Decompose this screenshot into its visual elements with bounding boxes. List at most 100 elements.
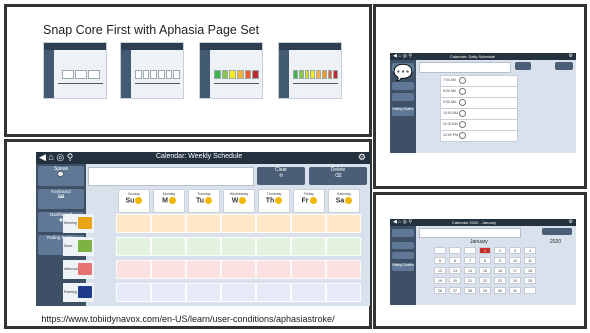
weekly-message-bar[interactable] [88, 167, 254, 186]
schedule-cell[interactable] [151, 260, 186, 279]
calendar-day[interactable]: 14 [464, 267, 476, 274]
calendar-day[interactable] [524, 287, 536, 294]
calendar-day[interactable]: 29 [479, 287, 491, 294]
keyboard-icon[interactable] [392, 242, 414, 249]
calendar-day[interactable]: 7 [464, 257, 476, 264]
calendar-day[interactable] [434, 247, 446, 254]
monthly-message-bar[interactable] [419, 228, 521, 238]
calendar-day[interactable]: 5 [434, 257, 446, 264]
schedule-cell[interactable] [221, 214, 256, 233]
source-url[interactable]: https://www.tobiidynavox.com/en-US/learn… [7, 314, 369, 324]
nav-icons[interactable]: ◀ ⌂ ◎ ⚲ [393, 53, 412, 59]
calendar-day[interactable]: 20 [449, 277, 461, 284]
schedule-cell[interactable] [186, 214, 221, 233]
calendar-day[interactable]: 15 [479, 267, 491, 274]
schedule-cell[interactable] [151, 214, 186, 233]
calendar-day[interactable]: 3 [509, 247, 521, 254]
calendar-day[interactable]: 16 [494, 267, 506, 274]
row-label-afternoon: Afternoon [63, 260, 94, 279]
schedule-cell[interactable] [186, 283, 221, 302]
calendar-day[interactable]: 12 [434, 267, 446, 274]
calendar-day[interactable]: 30 [494, 287, 506, 294]
calendar-day[interactable]: 22 [479, 277, 491, 284]
nav-icons[interactable]: ◀ ⌂ ◎ ⚲ [393, 219, 412, 225]
schedule-cell[interactable] [116, 260, 151, 279]
schedule-cell[interactable] [116, 237, 151, 256]
daily-message-bar[interactable] [419, 62, 511, 73]
calendar-day[interactable] [449, 247, 461, 254]
calendar-day[interactable]: 9 [494, 257, 506, 264]
speak-button[interactable]: Speak 💬 [38, 166, 84, 186]
calendar-day[interactable]: 25 [524, 277, 536, 284]
settings-icon[interactable]: ⚙ [569, 219, 573, 225]
day-abbr-text: W [231, 197, 239, 205]
calendar-day[interactable]: 24 [509, 277, 521, 284]
keyboard-button[interactable]: Keyboard ⌨ [38, 189, 84, 209]
sun-icon [309, 197, 317, 204]
calendar-day[interactable]: 28 [464, 287, 476, 294]
nav-icons[interactable]: ◀ ⌂ ◎ ⚲ [39, 152, 73, 163]
calendar-day[interactable]: 8 [479, 257, 491, 264]
calendar-day[interactable]: 6 [449, 257, 461, 264]
schedule-cell[interactable] [221, 237, 256, 256]
schedule-cell[interactable] [326, 260, 361, 279]
schedule-cell[interactable] [256, 214, 291, 233]
schedule-cell[interactable] [151, 237, 186, 256]
schedule-cell[interactable] [221, 260, 256, 279]
year-label: 2020 [550, 239, 562, 245]
keyboard-icon[interactable] [392, 82, 414, 90]
day-header[interactable]: Monday M [153, 189, 185, 213]
settings-icon[interactable]: ⚙ [358, 152, 366, 163]
schedule-cell[interactable] [151, 283, 186, 302]
day-header[interactable]: Thursday Th [258, 189, 290, 213]
calendar-day[interactable]: 17 [509, 267, 521, 274]
schedule-cell[interactable] [291, 260, 326, 279]
calendar-day[interactable]: 11 [524, 257, 536, 264]
day-header[interactable]: Saturday Sa [328, 189, 360, 213]
calendar-day[interactable]: 4 [524, 247, 536, 254]
schedule-cell[interactable] [326, 214, 361, 233]
schedule-cell[interactable] [116, 214, 151, 233]
schedule-cell[interactable] [221, 283, 256, 302]
rating-scales-button[interactable]: Rating Scales [392, 263, 414, 271]
day-header[interactable]: Sunday Su [118, 189, 150, 213]
schedule-cell[interactable] [186, 237, 221, 256]
schedule-cell[interactable] [116, 283, 151, 302]
calendar-day[interactable]: 13 [449, 267, 461, 274]
schedule-cell[interactable] [326, 283, 361, 302]
clear-button[interactable] [515, 62, 531, 70]
schedule-cell[interactable] [291, 214, 326, 233]
schedule-cell[interactable] [256, 260, 291, 279]
time-row[interactable]: 12:00 PM [440, 130, 518, 142]
delete-button[interactable]: Delete ⌫ [309, 167, 367, 185]
rating-scales-button[interactable]: Rating Scales [392, 107, 414, 116]
calendar-day[interactable]: 31 [509, 287, 521, 294]
dashboard-icon[interactable] [392, 93, 414, 101]
day-header[interactable]: Friday Fr [293, 189, 325, 213]
settings-icon[interactable]: ⚙ [569, 53, 573, 59]
day-header[interactable]: Tuesday Tu [188, 189, 220, 213]
speak-icon[interactable]: 💬 [392, 63, 414, 82]
schedule-cell[interactable] [326, 237, 361, 256]
schedule-cell[interactable] [256, 283, 291, 302]
delete-button[interactable] [542, 228, 572, 235]
delete-button[interactable] [555, 62, 573, 70]
schedule-cell[interactable] [256, 237, 291, 256]
calendar-day[interactable]: 19 [434, 277, 446, 284]
calendar-day[interactable]: 1 [479, 247, 491, 254]
clear-button[interactable]: Clear ⟲ [257, 167, 305, 185]
speak-icon[interactable] [392, 229, 414, 237]
calendar-day[interactable] [464, 247, 476, 254]
schedule-cell[interactable] [186, 260, 221, 279]
day-header[interactable]: Wednesday W [223, 189, 255, 213]
calendar-day[interactable]: 10 [509, 257, 521, 264]
dashboard-icon[interactable] [392, 252, 414, 259]
schedule-cell[interactable] [291, 237, 326, 256]
calendar-day[interactable]: 23 [494, 277, 506, 284]
calendar-day[interactable]: 18 [524, 267, 536, 274]
calendar-day[interactable]: 2 [494, 247, 506, 254]
schedule-cell[interactable] [291, 283, 326, 302]
calendar-day[interactable]: 27 [449, 287, 461, 294]
calendar-day[interactable]: 26 [434, 287, 446, 294]
calendar-day[interactable]: 21 [464, 277, 476, 284]
